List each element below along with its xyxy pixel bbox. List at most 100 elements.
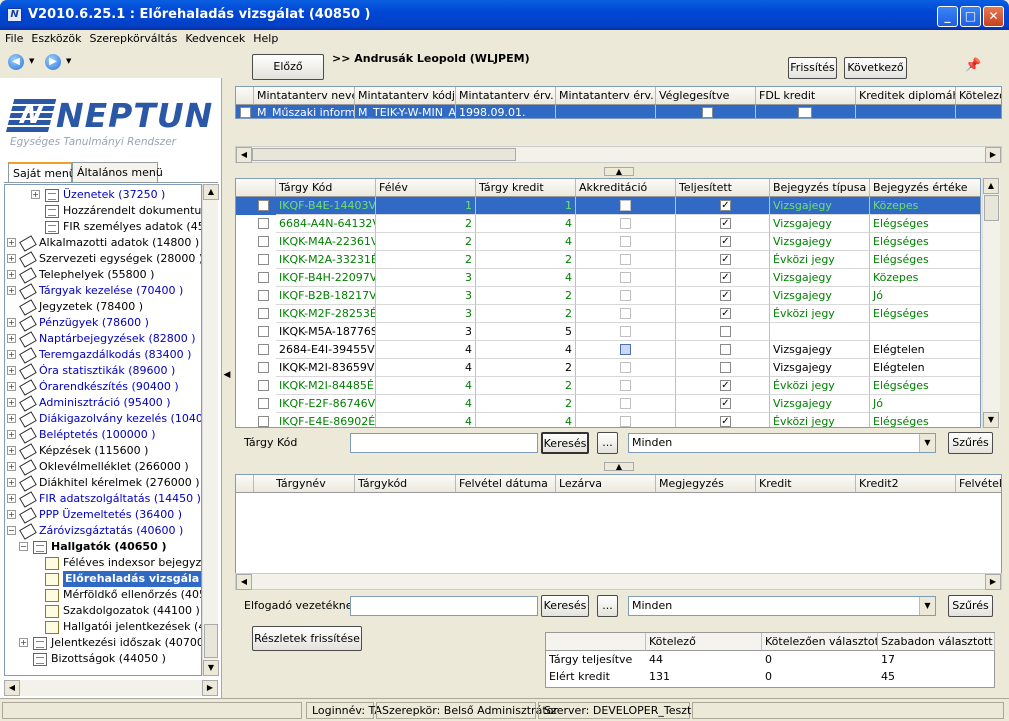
completed-checkbox[interactable]: ✓ xyxy=(720,236,731,247)
tree-item[interactable]: Hallgatói jelentkezések (4 xyxy=(5,619,201,635)
column-header[interactable]: Teljesített xyxy=(676,179,770,197)
row-checkbox[interactable] xyxy=(258,236,269,247)
back-dropdown-icon[interactable]: ▼ xyxy=(29,57,34,65)
table-row[interactable]: IKQF-E2F-86746V 4 2 ✓ Vizsgajegy Jó xyxy=(236,395,980,413)
tree-item[interactable]: Bizottságok (44050 ) xyxy=(5,651,201,667)
completed-checkbox[interactable]: ✓ xyxy=(720,380,731,391)
accreditation-checkbox[interactable] xyxy=(620,272,631,283)
column-header[interactable]: Lezárva xyxy=(556,475,656,493)
table-row[interactable]: IKQK-M2F-28253É 3 2 ✓ Évközi jegy Elégséges xyxy=(236,305,980,323)
column-header[interactable]: Felvétel t xyxy=(956,475,1001,493)
scroll-right-icon[interactable]: ▶ xyxy=(202,680,218,696)
accreditation-checkbox[interactable] xyxy=(620,398,631,409)
table-row[interactable]: IKQF-B4H-22097V 3 4 ✓ Vizsgajegy Közepes xyxy=(236,269,980,287)
scroll-up-icon[interactable]: ▲ xyxy=(983,178,999,194)
accreditation-checkbox[interactable] xyxy=(620,218,631,229)
tree-item[interactable]: + Teremgazdálkodás (83400 ) xyxy=(5,347,201,364)
row-checkbox[interactable] xyxy=(258,326,269,337)
details-grid-hscrollbar[interactable]: ◀ ▶ xyxy=(235,573,1002,590)
column-header[interactable]: Tárgy Kód xyxy=(276,179,376,197)
column-header[interactable]: Mintatanterv neve xyxy=(254,87,355,105)
column-header[interactable]: Tárgykód xyxy=(355,475,456,493)
close-button[interactable]: ✕ xyxy=(983,6,1004,27)
maximize-button[interactable]: □ xyxy=(960,6,981,27)
scroll-left-icon[interactable]: ◀ xyxy=(236,147,252,163)
tree-item[interactable]: + Jelentkezési időszak (40700 xyxy=(5,635,201,651)
tree-item[interactable]: + Órarendkészítés (90400 ) xyxy=(5,379,201,396)
tree-item[interactable]: − Záróvizsgáztatás (40600 ) xyxy=(5,523,201,540)
accreditation-checkbox[interactable] xyxy=(620,308,631,319)
tree-item[interactable]: Előrehaladás vizsgála xyxy=(5,571,201,587)
back-arrow-icon[interactable]: ◀ xyxy=(8,54,24,70)
row-checkbox[interactable] xyxy=(258,362,269,373)
completed-checkbox[interactable]: ✓ xyxy=(720,290,731,301)
expand-icon[interactable]: + xyxy=(7,414,16,423)
pin-icon[interactable]: 📌 xyxy=(965,58,981,73)
collapse-arrow-icon[interactable]: ◀ xyxy=(223,364,231,386)
completed-checkbox[interactable]: ✓ xyxy=(720,272,731,283)
dots-button-1[interactable]: ... xyxy=(597,432,618,454)
table-row[interactable]: IKQK-M2I-83659V 4 2 Vizsgajegy Elégtelen xyxy=(236,359,980,377)
tree-item[interactable]: + Óra statisztikák (89600 ) xyxy=(5,363,201,380)
completed-checkbox[interactable]: ✓ xyxy=(720,254,731,265)
curriculum-grid-hscrollbar[interactable]: ◀ ▶ xyxy=(235,146,1002,163)
column-header[interactable]: Félév xyxy=(376,179,476,197)
refresh-button[interactable]: Frissítés xyxy=(788,57,837,79)
approver-input[interactable] xyxy=(350,596,538,616)
tree-item[interactable]: + Telephelyek (55800 ) xyxy=(5,267,201,284)
expand-icon[interactable]: + xyxy=(7,286,16,295)
tree-item[interactable]: + Oklevélmelléklet (266000 ) xyxy=(5,459,201,476)
column-header[interactable]: Tárgy kredit xyxy=(476,179,576,197)
expand-icon[interactable]: + xyxy=(7,478,16,487)
column-header[interactable]: Tárgynév xyxy=(254,475,355,493)
search-button-2[interactable]: Keresés xyxy=(541,595,589,617)
table-row[interactable]: 6684-A4N-64132V 2 4 ✓ Vizsgajegy Elégséges xyxy=(236,215,980,233)
expand-icon[interactable]: + xyxy=(31,190,40,199)
completed-checkbox[interactable]: ✓ xyxy=(720,200,731,211)
accreditation-checkbox[interactable] xyxy=(620,326,631,337)
table-row[interactable]: IKQF-B2B-18217V 3 2 ✓ Vizsgajegy Jó xyxy=(236,287,980,305)
tree-item[interactable]: Jegyzetek (78400 ) xyxy=(5,299,201,316)
column-header[interactable]: Kredit2 xyxy=(856,475,956,493)
expand-icon[interactable]: + xyxy=(7,254,16,263)
tree-item[interactable]: + Diákigazolvány kezelés (10400 xyxy=(5,411,201,428)
completed-checkbox[interactable]: ✓ xyxy=(720,416,731,427)
search-button-1[interactable]: Keresés xyxy=(541,432,589,454)
scroll-thumb[interactable] xyxy=(984,195,999,221)
tree-item[interactable]: + Alkalmazotti adatok (14800 ) xyxy=(5,235,201,252)
row-checkbox[interactable] xyxy=(258,290,269,301)
expand-icon[interactable]: + xyxy=(7,334,16,343)
chevron-down-icon[interactable]: ▼ xyxy=(919,597,935,615)
table-row[interactable]: IKQF-B4E-14403V 1 1 ✓ Vizsgajegy Közepes xyxy=(236,197,980,215)
completed-checkbox[interactable] xyxy=(720,326,731,337)
row-checkbox[interactable] xyxy=(258,200,269,211)
completed-checkbox[interactable] xyxy=(720,344,731,355)
tree-item[interactable]: FIR személyes adatok (45900 xyxy=(5,219,201,235)
tree-item[interactable]: + Pénzügyek (78600 ) xyxy=(5,315,201,332)
expand-icon[interactable]: + xyxy=(7,350,16,359)
column-header[interactable]: Akkreditáció xyxy=(576,179,676,197)
finalized-checkbox[interactable] xyxy=(702,107,713,118)
accreditation-checkbox[interactable] xyxy=(620,290,631,301)
tree-item[interactable]: + Szervezeti egységek (28000 ) xyxy=(5,251,201,268)
completed-checkbox[interactable]: ✓ xyxy=(720,218,731,229)
subjects-grid-vscrollbar[interactable]: ▲ ▼ xyxy=(982,178,1000,428)
column-header[interactable]: Bejegyzés típusa xyxy=(770,179,870,197)
column-header[interactable]: Mintatanterv érv. ... xyxy=(556,87,656,105)
row-checkbox[interactable] xyxy=(258,398,269,409)
expand-icon[interactable]: + xyxy=(7,462,16,471)
tree-item[interactable]: + Naptárbejegyzések (82800 ) xyxy=(5,331,201,348)
row-checkbox[interactable] xyxy=(258,272,269,283)
menu-file[interactable]: File xyxy=(0,30,26,45)
accreditation-checkbox[interactable] xyxy=(620,362,631,373)
tree-item[interactable]: + Képzések (115600 ) xyxy=(5,443,201,460)
column-header[interactable]: Mintatanterv kódja xyxy=(355,87,456,105)
collapse-icon[interactable]: − xyxy=(19,542,28,551)
filter-button-2[interactable]: Szűrés xyxy=(948,595,993,617)
expand-icon[interactable]: + xyxy=(7,238,16,247)
column-header[interactable]: FDL kredit xyxy=(756,87,856,105)
tree-item[interactable]: − Hallgatók (40650 ) xyxy=(5,539,201,555)
tab-sajat-menu[interactable]: Saját menü xyxy=(8,162,76,183)
scroll-up-icon[interactable]: ▲ xyxy=(203,184,219,200)
column-header[interactable]: Felvétel dátuma xyxy=(456,475,556,493)
